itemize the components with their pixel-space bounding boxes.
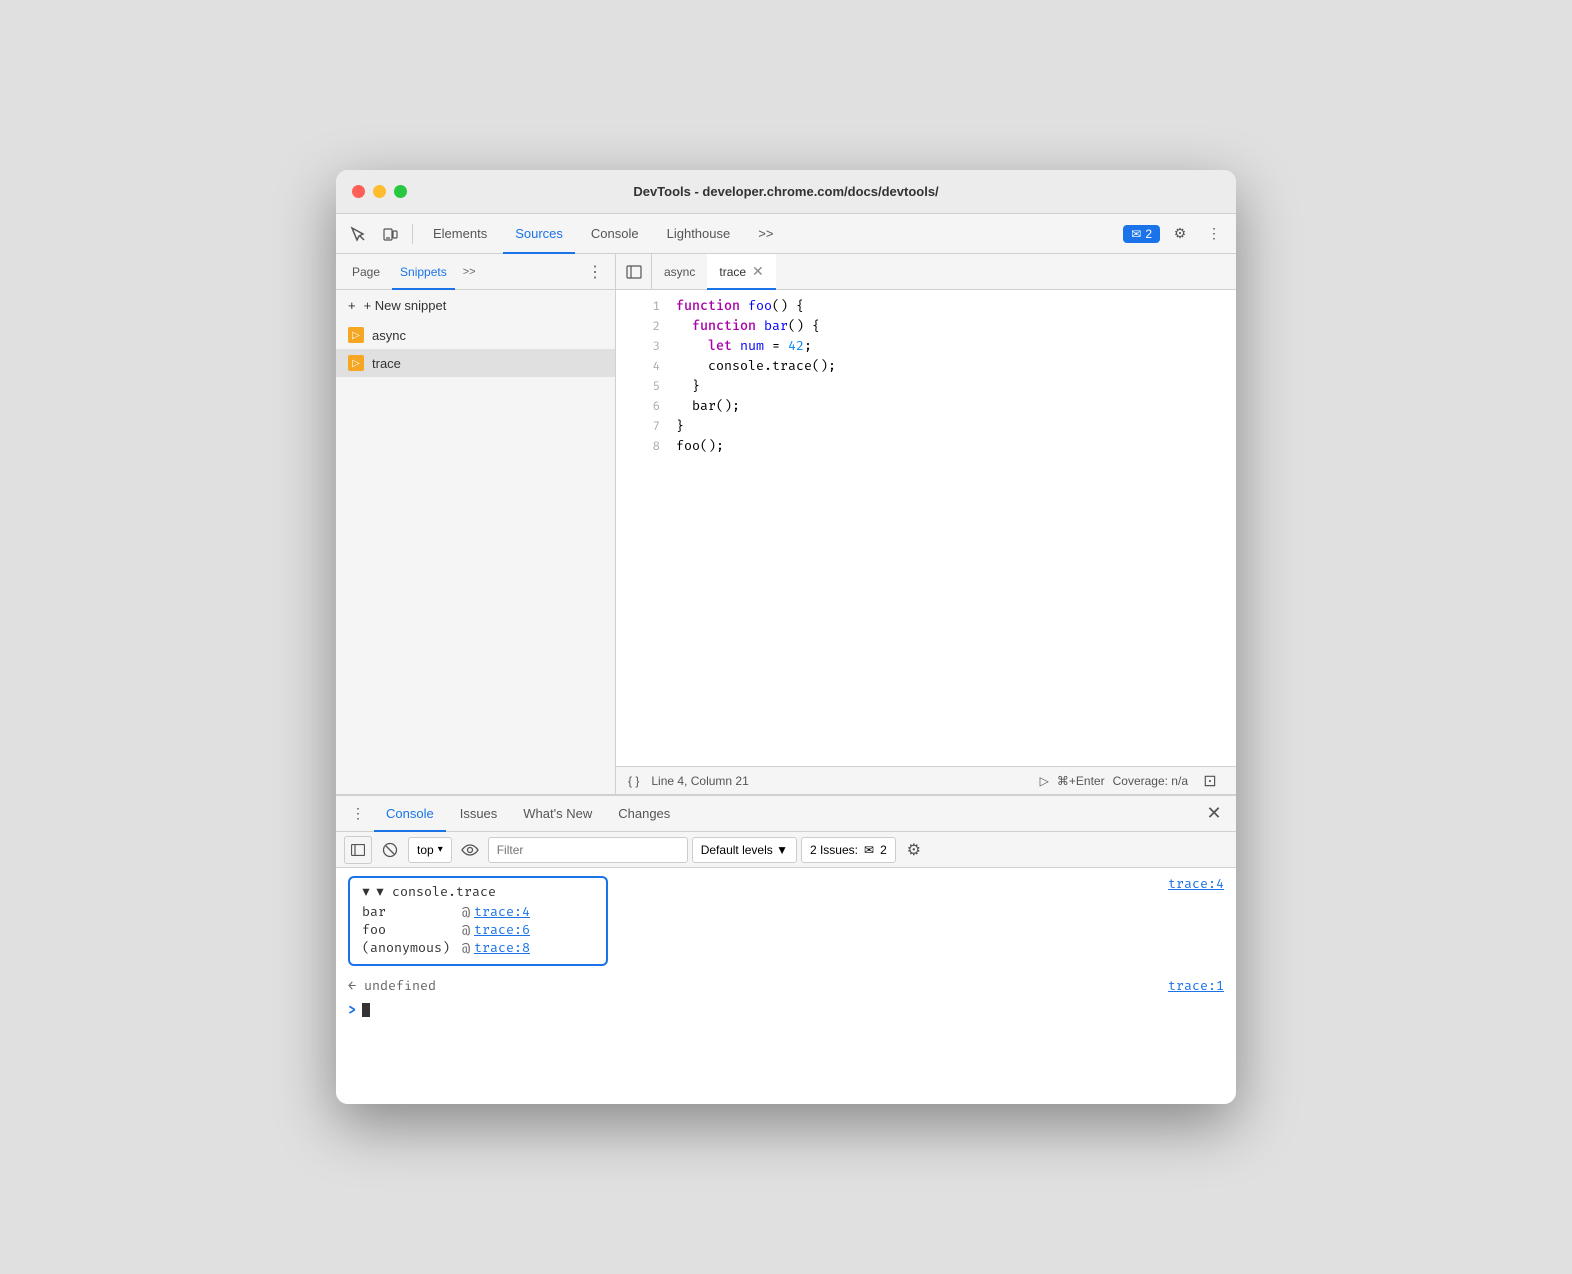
inspect-icon[interactable]	[344, 220, 372, 248]
snippet-file-icon: ▷	[348, 327, 364, 343]
snippet-item-trace[interactable]: ▷ trace	[336, 349, 615, 377]
bottom-more-options-icon[interactable]: ⋮	[344, 800, 372, 828]
prompt-symbol: >	[348, 1002, 356, 1018]
close-button[interactable]	[352, 185, 365, 198]
trace-row-foo: foo @ trace:6	[362, 922, 594, 938]
device-icon[interactable]	[376, 220, 404, 248]
trace-link-foo[interactable]: trace:6	[474, 922, 530, 938]
console-toolbar: top ▾ Default levels ▼ 2 Issues: ✉ ✉ 2 2…	[336, 832, 1236, 868]
code-line-8: 8 foo();	[616, 438, 1236, 458]
cursor	[362, 1003, 370, 1017]
message-icon: ✉	[1131, 227, 1141, 241]
issues-badge-icon: ✉	[864, 843, 874, 857]
chevron-down-icon: ▾	[438, 844, 443, 855]
sidebar-tab-snippets[interactable]: Snippets	[392, 254, 455, 290]
trace-header: ▼ ▼ console.trace	[362, 884, 594, 900]
trace-entry-ref[interactable]: trace:4	[1168, 876, 1224, 892]
sidebar-tab-page[interactable]: Page	[344, 254, 388, 290]
trace-link-bar[interactable]: trace:4	[474, 904, 530, 920]
editor-tabs: async trace ✕	[616, 254, 1236, 290]
undefined-output: ← undefined	[348, 978, 436, 994]
trace-row-bar: bar @ trace:4	[362, 904, 594, 920]
live-expressions-button[interactable]	[456, 836, 484, 864]
console-trace-entry: ▼ ▼ console.trace bar @ trace:4 foo @ tr…	[348, 876, 608, 966]
bottom-tab-whats-new[interactable]: What's New	[511, 796, 604, 832]
code-line-6: 6 bar();	[616, 398, 1236, 418]
devtools-window: DevTools - developer.chrome.com/docs/dev…	[336, 170, 1236, 1104]
tab-lighthouse[interactable]: Lighthouse	[655, 214, 743, 254]
console-prompt[interactable]: >	[348, 1002, 1224, 1018]
bottom-tab-changes[interactable]: Changes	[606, 796, 682, 832]
tab-console[interactable]: Console	[579, 214, 651, 254]
code-line-2: 2 function bar() {	[616, 318, 1236, 338]
sidebar-menu-button[interactable]: ⋮	[583, 260, 607, 284]
bottom-panel: ⋮ Console Issues What's New Changes ✕	[336, 794, 1236, 1104]
plus-icon: +	[348, 298, 356, 313]
minimize-button[interactable]	[373, 185, 386, 198]
window-title: DevTools - developer.chrome.com/docs/dev…	[633, 184, 938, 199]
log-levels-selector[interactable]: Default levels ▼	[692, 837, 797, 863]
editor-tab-async[interactable]: async	[652, 254, 707, 290]
trace-link-anonymous[interactable]: trace:8	[474, 940, 530, 956]
tab-more[interactable]: >>	[746, 214, 785, 254]
maximize-button[interactable]	[394, 185, 407, 198]
cursor-position: Line 4, Column 21	[651, 774, 748, 788]
status-run: ▷ ⌘+Enter Coverage: n/a ⊡	[1040, 767, 1224, 795]
filter-input[interactable]	[488, 837, 688, 863]
editor-status-bar: { } Line 4, Column 21 ▷ ⌘+Enter Coverage…	[616, 766, 1236, 794]
console-output: ▼ ▼ console.trace bar @ trace:4 foo @ tr…	[336, 868, 1236, 1104]
clear-console-button[interactable]	[376, 836, 404, 864]
snippet-item-async[interactable]: ▷ async	[336, 321, 615, 349]
undefined-ref[interactable]: trace:1	[1168, 978, 1224, 998]
sidebar-tab-more[interactable]: >>	[459, 266, 480, 278]
format-button[interactable]: { }	[628, 774, 639, 788]
editor-area: async trace ✕ 1 function foo() { 2 funct…	[616, 254, 1236, 794]
snippet-list: ▷ async ▷ trace	[336, 321, 615, 794]
tab-elements[interactable]: Elements	[421, 214, 499, 254]
toolbar-divider	[412, 224, 413, 244]
context-selector[interactable]: top ▾	[408, 837, 452, 863]
issues-counter-button[interactable]: 2 Issues: ✉ ✉ 2 2	[801, 837, 896, 863]
tab-close-icon[interactable]: ✕	[752, 263, 764, 280]
coverage-status: Coverage: n/a	[1113, 774, 1188, 788]
bottom-panel-tabs: ⋮ Console Issues What's New Changes ✕	[336, 796, 1236, 832]
code-line-1: 1 function foo() {	[616, 298, 1236, 318]
tab-sources[interactable]: Sources	[503, 214, 575, 254]
settings-icon[interactable]: ⚙	[1166, 220, 1194, 248]
run-button[interactable]: ▷	[1040, 774, 1049, 788]
hide-sidebar-button[interactable]	[616, 254, 652, 290]
toolbar-right: ✉ 2 ⚙ ⋮	[1123, 220, 1228, 248]
undefined-line-container: ← undefined trace:1	[348, 978, 1224, 998]
snippet-file-icon-active: ▷	[348, 355, 364, 371]
console-trace-container: ▼ ▼ console.trace bar @ trace:4 foo @ tr…	[348, 876, 1224, 974]
new-snippet-button[interactable]: + + New snippet	[336, 290, 615, 321]
run-shortcut: ⌘+Enter	[1057, 774, 1105, 788]
sidebar-tabs: Page Snippets >> ⋮	[336, 254, 615, 290]
coverage-icon[interactable]: ⊡	[1196, 767, 1224, 795]
traffic-lights	[352, 185, 407, 198]
more-options-icon[interactable]: ⋮	[1200, 220, 1228, 248]
code-line-7: 7 }	[616, 418, 1236, 438]
sidebar: Page Snippets >> ⋮ + + New snippet ▷ asy…	[336, 254, 616, 794]
code-line-4: 4 console.trace();	[616, 358, 1236, 378]
console-settings-button[interactable]: ⚙	[900, 836, 928, 864]
collapse-icon[interactable]: ▼	[362, 884, 370, 900]
main-toolbar: Elements Sources Console Lighthouse >> ✉…	[336, 214, 1236, 254]
close-panel-button[interactable]: ✕	[1200, 800, 1228, 828]
trace-row-anonymous: (anonymous) @ trace:8	[362, 940, 594, 956]
console-sidebar-button[interactable]	[344, 836, 372, 864]
code-editor[interactable]: 1 function foo() { 2 function bar() { 3 …	[616, 290, 1236, 766]
editor-tab-trace[interactable]: trace ✕	[707, 254, 775, 290]
issues-badge[interactable]: ✉ 2	[1123, 225, 1160, 243]
bottom-tab-issues[interactable]: Issues	[448, 796, 510, 832]
code-line-3: 3 let num = 42;	[616, 338, 1236, 358]
bottom-tab-console[interactable]: Console	[374, 796, 446, 832]
code-line-5: 5 }	[616, 378, 1236, 398]
title-bar: DevTools - developer.chrome.com/docs/dev…	[336, 170, 1236, 214]
main-content: Page Snippets >> ⋮ + + New snippet ▷ asy…	[336, 254, 1236, 794]
